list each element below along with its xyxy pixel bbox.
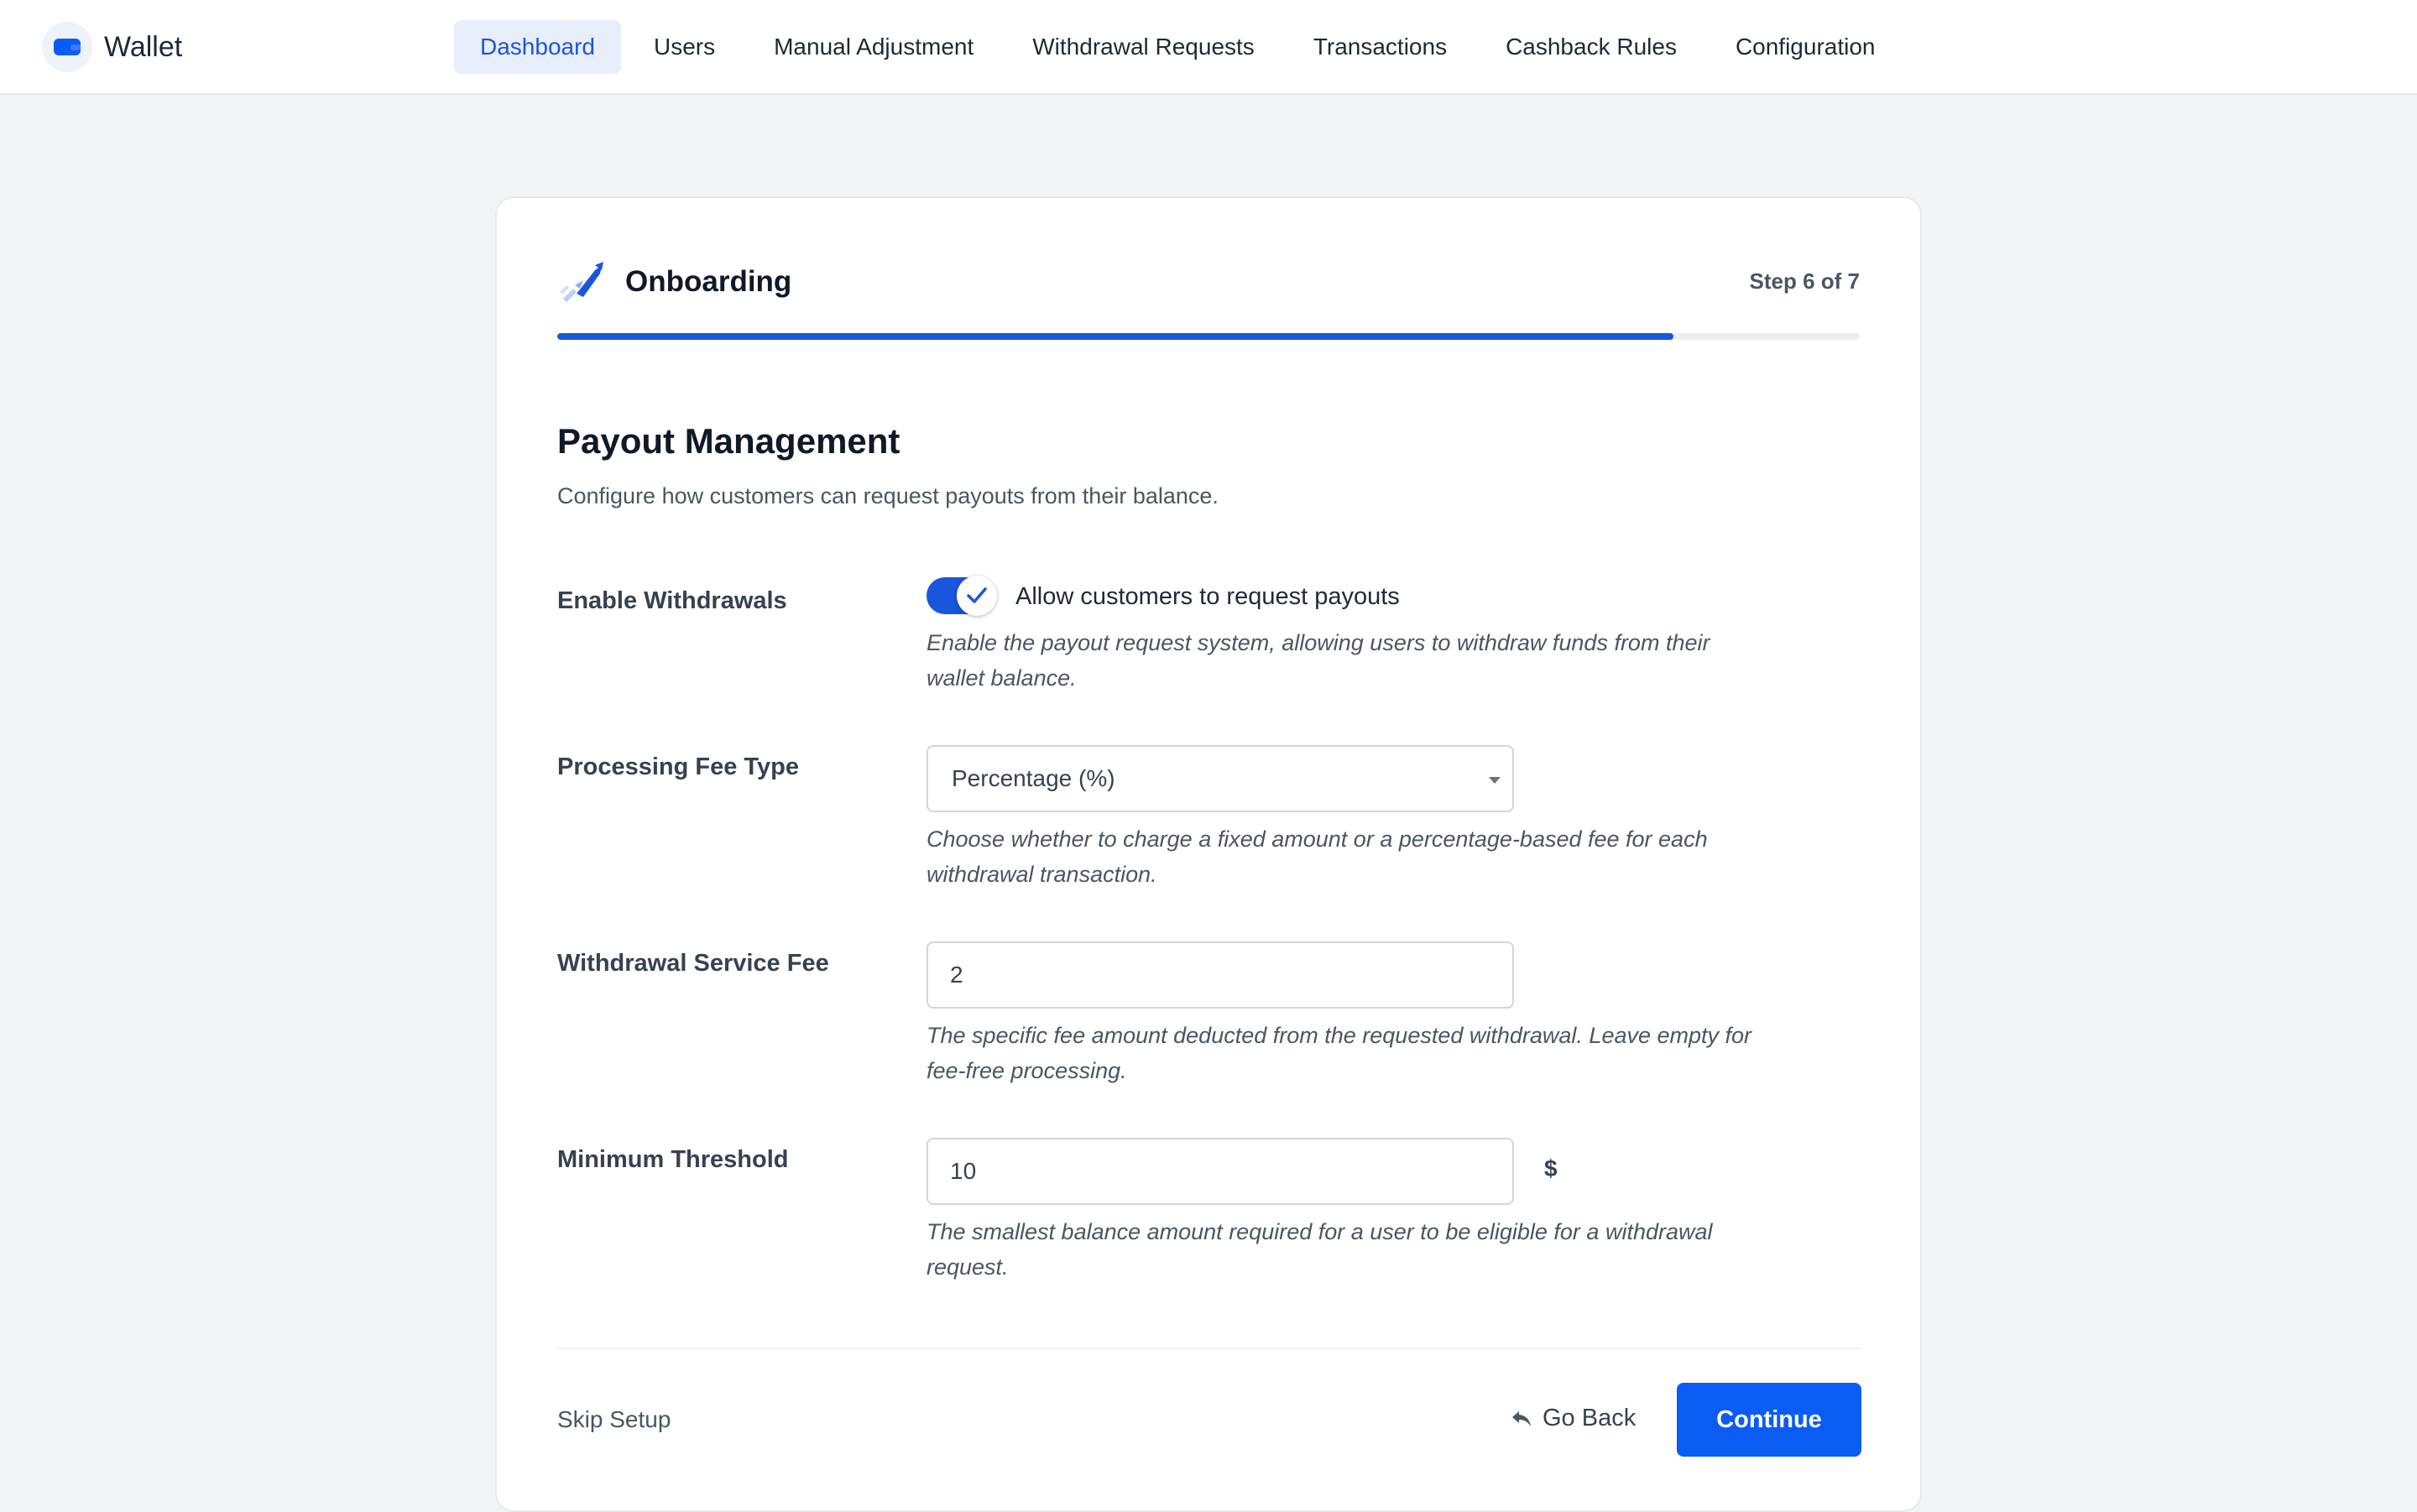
rocket-icon	[558, 260, 610, 304]
nav-manual-adjustment[interactable]: Manual Adjustment	[748, 20, 1000, 74]
help-line: request.	[927, 1254, 1009, 1280]
main-nav: Dashboard Users Manual Adjustment Withdr…	[454, 20, 1908, 74]
enable-withdrawals-toggle[interactable]	[927, 576, 997, 616]
app-name: Wallet	[104, 30, 183, 63]
service-fee-value: 2	[950, 962, 963, 988]
progress-bar	[557, 333, 1860, 340]
service-fee-input[interactable]: 2	[927, 941, 1514, 1009]
help-line: fee-free processing.	[927, 1058, 1127, 1083]
nav-cashback-rules[interactable]: Cashback Rules	[1480, 20, 1703, 74]
progress-bar-fill	[557, 333, 1674, 340]
help-line: Choose whether to charge a fixed amount …	[927, 826, 1708, 852]
fee-type-selected-value: Percentage (%)	[952, 765, 1115, 791]
step-indicator: Step 6 of 7	[1749, 269, 1860, 294]
go-back-label: Go Back	[1543, 1405, 1637, 1431]
reply-arrow-icon	[1511, 1410, 1543, 1428]
check-icon	[957, 576, 997, 616]
help-line: withdrawal transaction.	[927, 862, 1157, 887]
fee-type-label: Processing Fee Type	[557, 753, 799, 780]
continue-button[interactable]: Continue	[1677, 1383, 1861, 1457]
nav-users[interactable]: Users	[628, 20, 741, 74]
help-line: Enable the payout request system, allowi…	[927, 630, 1710, 655]
help-line: The smallest balance amount required for…	[927, 1219, 1713, 1244]
section-description: Configure how customers can request payo…	[557, 483, 1219, 508]
min-threshold-input[interactable]: 10	[927, 1138, 1514, 1205]
enable-withdrawals-help: Enable the payout request system, allowi…	[927, 625, 1858, 696]
wallet-icon	[42, 22, 92, 72]
section-title: Payout Management	[557, 421, 901, 461]
top-navigation-bar: Wallet Dashboard Users Manual Adjustment…	[0, 0, 2417, 95]
min-threshold-value: 10	[950, 1158, 977, 1184]
chevron-down-icon	[1489, 777, 1501, 784]
footer-divider	[557, 1348, 1860, 1349]
onboarding-card: Onboarding Step 6 of 7 Payout Management…	[495, 196, 1922, 1512]
brand[interactable]: Wallet	[42, 22, 182, 72]
go-back-button[interactable]: Go Back	[1511, 1405, 1636, 1432]
service-fee-help: The specific fee amount deducted from th…	[927, 1018, 1858, 1088]
enable-withdrawals-label: Enable Withdrawals	[557, 587, 787, 614]
service-fee-label: Withdrawal Service Fee	[557, 950, 829, 977]
fee-type-help: Choose whether to charge a fixed amount …	[927, 821, 1858, 892]
enable-withdrawals-toggle-label[interactable]: Allow customers to request payouts	[1015, 583, 1400, 611]
help-line: wallet balance.	[927, 665, 1077, 691]
fee-type-select[interactable]: Percentage (%)	[927, 745, 1514, 812]
onboarding-header: Onboarding	[558, 260, 791, 304]
onboarding-title: Onboarding	[625, 265, 792, 298]
skip-setup-link[interactable]: Skip Setup	[557, 1406, 671, 1433]
min-threshold-label: Minimum Threshold	[557, 1146, 789, 1173]
currency-unit: $	[1544, 1155, 1558, 1181]
nav-transactions[interactable]: Transactions	[1287, 20, 1473, 74]
min-threshold-help: The smallest balance amount required for…	[927, 1214, 1858, 1285]
nav-dashboard[interactable]: Dashboard	[454, 20, 621, 74]
nav-configuration[interactable]: Configuration	[1710, 20, 1902, 74]
nav-withdrawal-requests[interactable]: Withdrawal Requests	[1006, 20, 1281, 74]
help-line: The specific fee amount deducted from th…	[927, 1023, 1752, 1048]
